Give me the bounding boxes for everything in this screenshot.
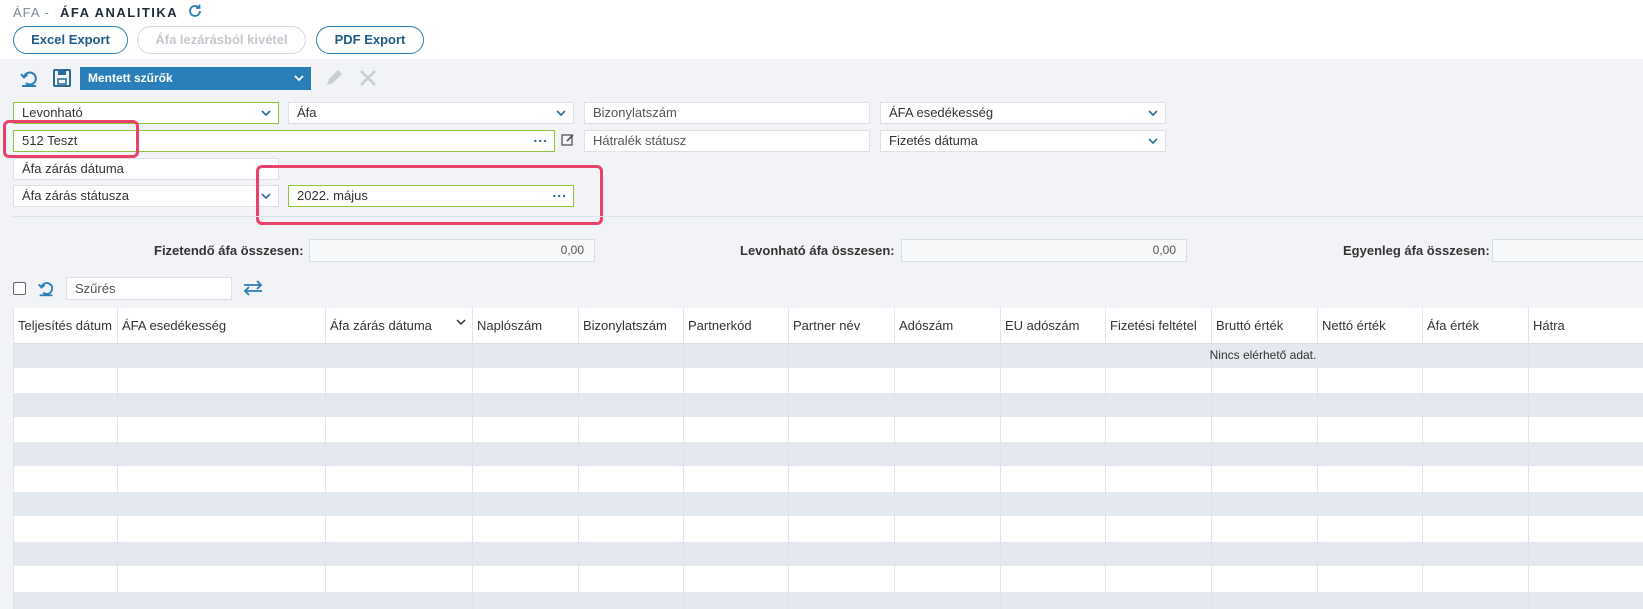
table-row [13, 517, 1643, 541]
chevron-down-icon [556, 110, 566, 117]
grid-header: Teljesítés dátum ÁFA esedékesség Áfa zár… [13, 308, 1643, 344]
edit-icon[interactable] [561, 133, 575, 147]
column-header[interactable]: Bruttó érték [1211, 308, 1317, 343]
table-row [13, 344, 1643, 368]
table-row [13, 368, 1643, 392]
pencil-icon[interactable] [323, 67, 345, 89]
column-header[interactable]: ÁFA esedékesség [117, 308, 325, 343]
highlight-annotation [3, 120, 139, 158]
data-grid: Teljesítés dátum ÁFA esedékesség Áfa zár… [13, 308, 1643, 609]
table-row [13, 492, 1643, 516]
divider [13, 216, 1643, 217]
page-title: ÁFA ANALITIKA [60, 5, 179, 20]
afa-select[interactable]: Áfa [288, 102, 574, 124]
column-header[interactable]: Adószám [894, 308, 1000, 343]
column-header[interactable]: Bizonylatszám [578, 308, 683, 343]
grid-search-input[interactable]: Szűrés [66, 277, 232, 300]
excel-export-button[interactable]: Excel Export [13, 26, 128, 54]
chevron-down-icon [261, 110, 271, 117]
afa-zaras-datuma-field[interactable]: Áfa zárás dátuma [13, 158, 279, 180]
refresh-icon[interactable] [187, 3, 203, 19]
undo-icon[interactable] [36, 278, 56, 298]
saved-filters-dropdown[interactable]: Mentett szűrők [80, 67, 311, 90]
column-header[interactable]: Partner név [788, 308, 894, 343]
afa-zaras-statusza-label: Áfa zárás státusza [22, 188, 129, 203]
fizetes-datuma-label: Fizetés dátuma [889, 133, 978, 148]
chevron-down-icon [1148, 138, 1158, 145]
empty-message: Nincs elérhető adat. [1209, 348, 1317, 362]
chevron-down-icon [1148, 110, 1158, 117]
chevron-down-icon [294, 75, 304, 82]
column-header-label: Áfa zárás dátuma [330, 318, 432, 333]
fizetendo-value: 0,00 [309, 239, 595, 262]
undo-icon[interactable] [18, 67, 40, 89]
sort-desc-icon [456, 319, 466, 326]
column-header[interactable]: Nettó érték [1317, 308, 1422, 343]
table-row [13, 592, 1643, 609]
table-row [13, 393, 1643, 417]
partner-lookup-button[interactable]: ... [533, 131, 548, 147]
save-icon[interactable] [51, 67, 73, 89]
levonhato-total-label: Levonható áfa összesen: [740, 243, 895, 258]
table-row [13, 542, 1643, 566]
fizetes-datuma-select[interactable]: Fizetés dátuma [880, 130, 1166, 152]
afa-zaras-statusza-select[interactable]: Áfa zárás státusza [13, 185, 279, 207]
column-header[interactable]: Áfa zárás dátuma [325, 308, 472, 343]
bizonylatszam-field[interactable]: Bizonylatszám [584, 102, 870, 124]
table-row [13, 417, 1643, 441]
remove-from-closing-button[interactable]: Áfa lezárásból kivétel [137, 26, 306, 54]
pdf-export-button[interactable]: PDF Export [316, 26, 424, 54]
levonhato-value: Levonható [22, 105, 83, 120]
swap-icon[interactable] [242, 279, 264, 297]
column-header[interactable]: Áfa érték [1422, 308, 1528, 343]
table-row [13, 567, 1643, 591]
column-header[interactable]: Teljesítés dátum [13, 308, 117, 343]
select-all-checkbox[interactable] [13, 282, 26, 295]
afa-esedekesseg-select[interactable]: ÁFA esedékesség [880, 102, 1166, 124]
column-header[interactable]: Naplószám [472, 308, 578, 343]
column-header[interactable]: Hátra [1528, 308, 1643, 343]
egyenleg-label: Egyenleg áfa összesen: [1343, 243, 1490, 258]
close-icon[interactable] [357, 67, 379, 89]
column-header[interactable]: Fizetési feltétel [1105, 308, 1211, 343]
saved-filters-label: Mentett szűrők [88, 71, 173, 85]
afa-value: Áfa [297, 105, 317, 120]
column-header[interactable]: EU adószám [1000, 308, 1105, 343]
afa-esedekesseg-label: ÁFA esedékesség [889, 105, 994, 120]
breadcrumb[interactable]: ÁFA - [13, 5, 50, 20]
table-row [13, 442, 1643, 466]
table-row [13, 467, 1643, 491]
hatralek-status-field[interactable]: Hátralék státusz [584, 130, 870, 152]
egyenleg-value [1492, 239, 1643, 262]
levonhato-total-value: 0,00 [901, 239, 1187, 262]
column-header[interactable]: Partnerkód [683, 308, 788, 343]
fizetendo-label: Fizetendő áfa összesen: [154, 243, 304, 258]
